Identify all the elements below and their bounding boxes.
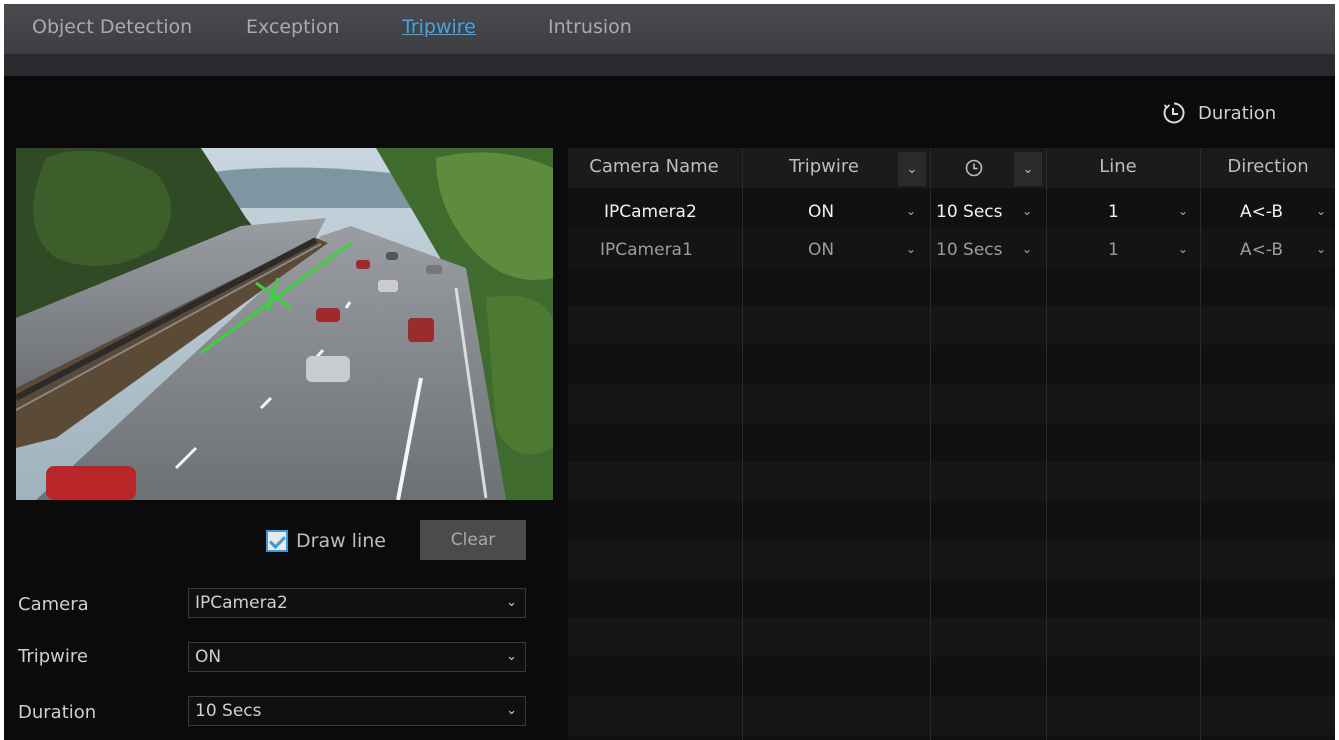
camera-preview-image xyxy=(16,148,553,500)
duration-button-label: Duration xyxy=(1198,102,1277,124)
chevron-down-icon[interactable]: ⌄ xyxy=(1022,204,1032,218)
app-window: Object Detection Exception Tripwire Intr… xyxy=(4,4,1335,740)
col-tripwire: Tripwire xyxy=(789,156,859,177)
sub-bar xyxy=(4,54,1335,76)
row2-tripwire[interactable]: ON xyxy=(808,240,834,260)
tab-object-detection[interactable]: Object Detection xyxy=(32,16,192,38)
clock-icon xyxy=(965,159,983,177)
row2-duration[interactable]: 10 Secs xyxy=(936,240,1003,260)
col-camera-name: Camera Name xyxy=(589,156,719,177)
duration-button[interactable]: Duration xyxy=(1162,98,1276,128)
camera-select-value: IPCamera2 xyxy=(195,593,288,613)
chevron-down-icon: ⌄ xyxy=(506,703,517,718)
tab-exception[interactable]: Exception xyxy=(246,16,340,38)
row1-camera: IPCamera2 xyxy=(604,202,697,222)
clear-button[interactable]: Clear xyxy=(420,520,526,560)
draw-line-label: Draw line xyxy=(296,530,386,552)
draw-line-toggle[interactable]: Draw line xyxy=(266,530,386,552)
row1-direction[interactable]: A<-B xyxy=(1240,202,1283,222)
tripwire-select-value: ON xyxy=(195,647,222,667)
col-tripwire-dropdown[interactable]: ⌄ xyxy=(898,152,926,186)
chevron-down-icon[interactable]: ⌄ xyxy=(1178,242,1188,256)
chevron-down-icon[interactable]: ⌄ xyxy=(1022,242,1032,256)
chevron-down-icon[interactable]: ⌄ xyxy=(1316,242,1326,256)
row1-tripwire[interactable]: ON xyxy=(808,202,834,222)
duration-select[interactable]: 10 Secs ⌄ xyxy=(188,696,526,726)
tab-tripwire[interactable]: Tripwire xyxy=(402,16,476,38)
row2-line[interactable]: 1 xyxy=(1108,240,1119,260)
chevron-down-icon[interactable]: ⌄ xyxy=(1316,204,1326,218)
clock-icon xyxy=(1163,102,1185,124)
camera-label: Camera xyxy=(18,594,89,615)
row2-direction[interactable]: A<-B xyxy=(1240,240,1283,260)
tab-intrusion[interactable]: Intrusion xyxy=(548,16,632,38)
chevron-down-icon[interactable]: ⌄ xyxy=(906,242,916,256)
duration-select-value: 10 Secs xyxy=(195,701,262,721)
camera-preview[interactable] xyxy=(16,148,553,500)
tab-bar: Object Detection Exception Tripwire Intr… xyxy=(4,4,1335,54)
row2-camera: IPCamera1 xyxy=(600,240,693,260)
camera-select[interactable]: IPCamera2 ⌄ xyxy=(188,588,526,618)
draw-line-checkbox[interactable] xyxy=(266,530,288,552)
chevron-down-icon: ⌄ xyxy=(506,649,517,664)
tripwire-table: Camera Name Tripwire ⌄ ⌄ Line Direction … xyxy=(568,148,1335,740)
chevron-down-icon: ⌄ xyxy=(506,595,517,610)
tripwire-label: Tripwire xyxy=(18,646,88,667)
col-line: Line xyxy=(1099,156,1137,177)
col-duration-dropdown[interactable]: ⌄ xyxy=(1014,152,1042,186)
duration-label: Duration xyxy=(18,702,97,723)
row1-duration[interactable]: 10 Secs xyxy=(936,202,1003,222)
row1-line[interactable]: 1 xyxy=(1108,202,1119,222)
col-direction: Direction xyxy=(1227,156,1309,177)
tripwire-select[interactable]: ON ⌄ xyxy=(188,642,526,672)
chevron-down-icon[interactable]: ⌄ xyxy=(906,204,916,218)
chevron-down-icon[interactable]: ⌄ xyxy=(1178,204,1188,218)
